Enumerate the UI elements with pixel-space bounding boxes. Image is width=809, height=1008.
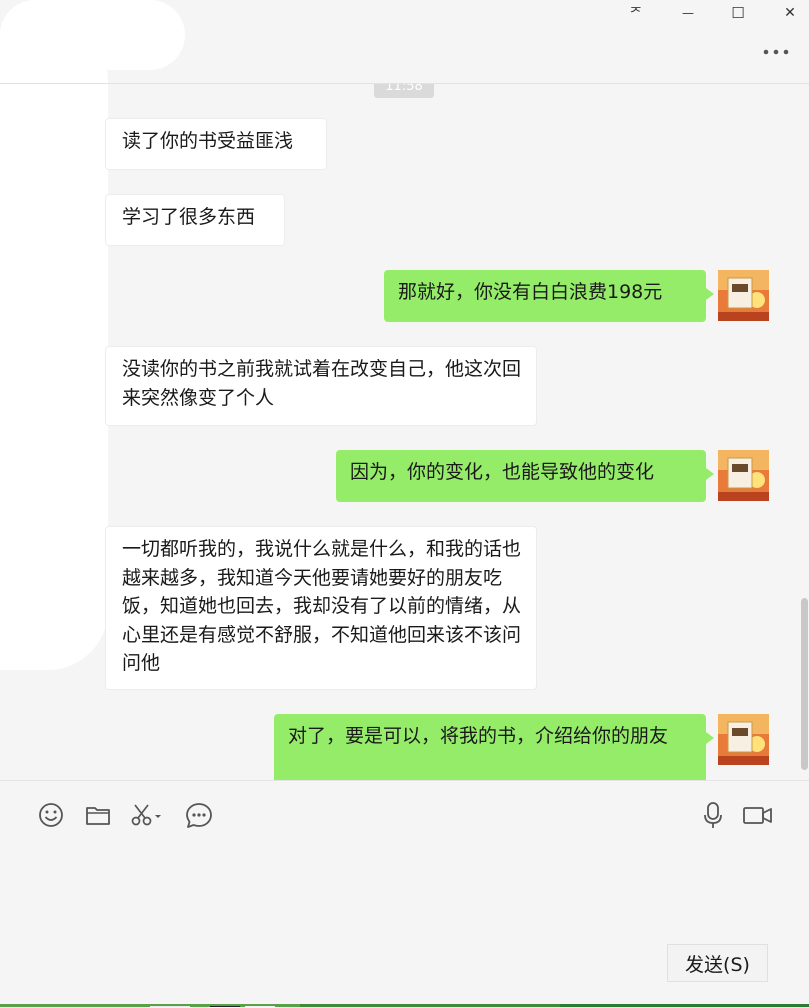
message-bubble-incoming[interactable]: 学习了很多东西: [105, 194, 285, 246]
maximize-button[interactable]: ☐: [722, 0, 754, 26]
send-button-label: 发送(S): [685, 953, 750, 976]
chat-history-button[interactable]: [184, 800, 214, 830]
scissors-icon: [131, 804, 161, 826]
close-button[interactable]: ✕: [774, 0, 806, 26]
timestamp-text: 11:58: [374, 84, 434, 98]
message-bubble-incoming[interactable]: 没读你的书之前我就试着在改变自己，他这次回来突然像变了个人: [105, 346, 537, 426]
message-text: 那就好，你没有白白浪费198元: [398, 281, 663, 303]
folder-button[interactable]: [83, 800, 113, 830]
video-camera-icon: [743, 807, 772, 824]
chat-bubble-icon: [186, 803, 212, 828]
emoji-icon: [39, 803, 63, 827]
message-bubble-outgoing[interactable]: 对了，要是可以，将我的书，介绍给你的朋友: [274, 714, 714, 780]
message-text: 读了你的书受益匪浅: [122, 130, 294, 152]
message-text: 一切都听我的，我说什么就是什么，和我的话也越来越多，我知道今天他要请她要好的朋友…: [122, 538, 522, 674]
redaction-blob: [0, 30, 108, 670]
message-text: 没读你的书之前我就试着在改变自己，他这次回来突然像变了个人: [122, 358, 522, 409]
video-call-button[interactable]: [742, 800, 774, 830]
message-bubble-incoming[interactable]: 读了你的书受益匪浅: [105, 118, 327, 170]
microphone-icon: [704, 802, 722, 828]
avatar-image: [718, 450, 769, 501]
more-dots-icon: [763, 49, 789, 55]
minimize-icon: —: [682, 6, 694, 20]
background-strip: [0, 998, 809, 1007]
avatar[interactable]: [718, 270, 769, 321]
message-bubble-outgoing[interactable]: 因为，你的变化，也能导致他的变化: [336, 450, 714, 502]
maximize-icon: ☐: [731, 4, 745, 22]
scrollbar-thumb[interactable]: [801, 598, 808, 770]
avatar[interactable]: [718, 714, 769, 765]
close-icon: ✕: [784, 5, 796, 21]
pin-icon: ᅎ: [629, 6, 643, 22]
emoji-button[interactable]: [36, 800, 66, 830]
pin-button[interactable]: ᅎ: [620, 0, 652, 26]
message-bubble-incoming[interactable]: 一切都听我的，我说什么就是什么，和我的话也越来越多，我知道今天他要请她要好的朋友…: [105, 526, 537, 690]
avatar-image: [718, 714, 769, 765]
voice-button[interactable]: [698, 800, 728, 830]
minimize-button[interactable]: —: [672, 0, 704, 26]
folder-icon: [86, 807, 110, 825]
message-text: 学习了很多东西: [122, 206, 256, 228]
avatar-image: [718, 270, 769, 321]
send-button[interactable]: 发送(S): [667, 944, 768, 982]
message-text: 因为，你的变化，也能导致他的变化: [350, 461, 655, 483]
message-timestamp: 11:58: [374, 84, 434, 98]
chat-area: ᅎ — ☐ ✕ 11:58 读了你的书受益匪浅 学习了很多东西 那就好，你没有白…: [0, 0, 809, 780]
message-text: 对了，要是可以，将我的书，介绍给你的朋友: [288, 725, 669, 747]
message-bubble-outgoing[interactable]: 那就好，你没有白白浪费198元: [384, 270, 714, 322]
avatar[interactable]: [718, 450, 769, 501]
more-button[interactable]: [760, 44, 792, 60]
screenshot-button[interactable]: [128, 800, 168, 830]
